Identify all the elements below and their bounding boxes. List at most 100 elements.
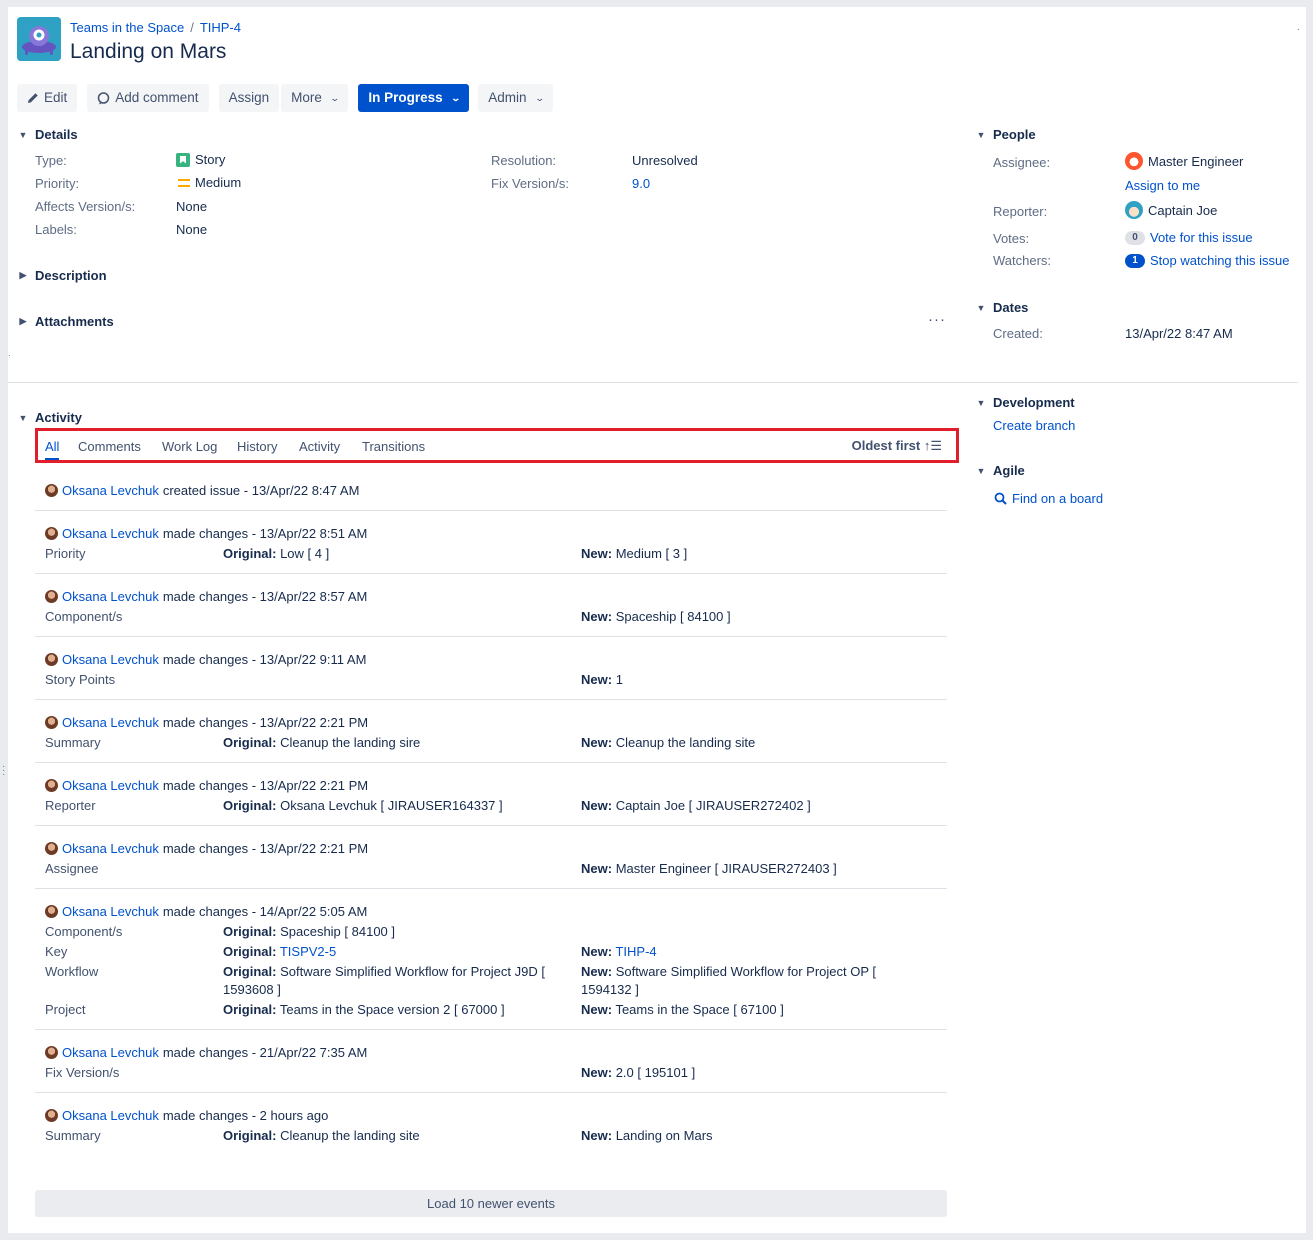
admin-button[interactable]: Admin ⌄ <box>478 84 554 112</box>
find-on-board-link[interactable]: Find on a board <box>994 491 1103 506</box>
history-entry-header: Oksana Levchuk made changes - 2 hours ago <box>45 1105 937 1125</box>
new-value: Teams in the Space [ 67100 ] <box>615 1002 784 1017</box>
new-value[interactable]: TIHP-4 <box>615 944 656 959</box>
attachments-toggle[interactable]: ▶ Attachments <box>18 314 114 329</box>
labels-label: Labels: <box>35 222 77 237</box>
original-prefix: Original: <box>223 1002 277 1017</box>
avatar <box>45 652 58 666</box>
description-toggle[interactable]: ▶ Description <box>18 268 107 283</box>
reporter-name: Captain Joe <box>1148 202 1218 218</box>
project-avatar-icon[interactable] <box>17 17 61 61</box>
original-cell: Original: Spaceship [ 84100 ] <box>223 923 581 941</box>
history-entry-header: Oksana Levchuk made changes - 13/Apr/22 2… <box>45 838 937 858</box>
user-link[interactable]: Oksana Levchuk <box>62 1108 159 1123</box>
user-link[interactable]: Oksana Levchuk <box>62 778 159 793</box>
new-cell: New: Landing on Mars <box>581 1127 937 1145</box>
user-link[interactable]: Oksana Levchuk <box>62 589 159 604</box>
agile-heading: Agile <box>993 463 1025 478</box>
history-change-row: Summary Original: Cleanup the landing sit… <box>45 1127 937 1145</box>
find-on-board-label: Find on a board <box>1012 491 1104 506</box>
activity-toggle[interactable]: ▼ Activity <box>18 410 82 425</box>
agile-toggle[interactable]: ▼ Agile <box>976 463 1025 478</box>
chevron-down-icon: ▼ <box>976 397 986 408</box>
dates-toggle[interactable]: ▼ Dates <box>976 300 1029 315</box>
history-change-row: Priority Original: Low [ 4 ] New: Medium [… <box>45 545 937 563</box>
avatar <box>45 483 58 497</box>
original-cell: Original: Software Simplified Workflow f… <box>223 963 581 999</box>
assign-button[interactable]: Assign <box>218 84 280 112</box>
avatar <box>45 589 58 603</box>
attachments-more-icon[interactable]: ··· <box>928 311 946 328</box>
tab-comments[interactable]: Comments <box>78 439 141 454</box>
history-entry: Oksana Levchuk made changes - 14/Apr/22 5… <box>35 889 947 1030</box>
tab-history[interactable]: History <box>237 439 277 454</box>
avatar <box>45 904 58 918</box>
fix-version-link[interactable]: 9.0 <box>632 176 650 191</box>
chevron-down-icon: ⌄ <box>533 93 545 103</box>
user-link[interactable]: Oksana Levchuk <box>62 841 159 856</box>
history-action: made changes - 13/Apr/22 2:21 PM <box>162 840 369 856</box>
status-transition-button[interactable]: In Progress ⌄ <box>358 84 470 112</box>
changed-field: Assignee <box>45 861 99 876</box>
details-heading: Details <box>35 127 78 142</box>
original-value: Cleanup the landing sire <box>280 735 421 750</box>
fix-version-label: Fix Version/s: <box>491 176 570 191</box>
drag-handle-icon[interactable]: · · · <box>2 762 5 780</box>
user-link[interactable]: Oksana Levchuk <box>62 904 159 919</box>
history-change-row: Component/s Original: Spaceship [ 84100 ] <box>45 923 937 941</box>
tab-transitions[interactable]: Transitions <box>362 439 425 454</box>
history-entry-header: Oksana Levchuk made changes - 13/Apr/22 9… <box>45 649 937 669</box>
resolution-value: Unresolved <box>632 153 698 168</box>
breadcrumb-issue-link[interactable]: TIHP-4 <box>200 20 241 35</box>
load-newer-events-button[interactable]: Load 10 newer events <box>35 1190 947 1217</box>
create-branch-link[interactable]: Create branch <box>993 418 1075 433</box>
development-toggle[interactable]: ▼ Development <box>976 395 1075 410</box>
edit-button[interactable]: Edit <box>17 84 78 112</box>
new-value: 2.0 [ 195101 ] <box>615 1065 696 1080</box>
user-link[interactable]: Oksana Levchuk <box>62 652 159 667</box>
votes-count-badge: 0 <box>1125 230 1145 245</box>
history-action: made changes - 13/Apr/22 2:21 PM <box>162 777 369 793</box>
add-comment-button[interactable]: Add comment <box>87 84 209 112</box>
new-value: 1 <box>615 672 623 687</box>
changed-field: Component/s <box>45 609 123 624</box>
user-link[interactable]: Oksana Levchuk <box>62 1045 159 1060</box>
tab-work-log[interactable]: Work Log <box>162 439 217 454</box>
sort-order-button[interactable]: Oldest first ↑☰ <box>852 438 942 454</box>
new-prefix: New: <box>581 1002 613 1017</box>
tab-all[interactable]: All <box>45 439 60 460</box>
avatar <box>45 1108 58 1122</box>
issue-toolbar: Edit Add comment Assign More ⌄ In Progres… <box>17 84 554 112</box>
history-entry: Oksana Levchuk made changes - 21/Apr/22 7… <box>35 1030 947 1093</box>
user-link[interactable]: Oksana Levchuk <box>62 715 159 730</box>
description-heading: Description <box>35 268 107 283</box>
votes-value: 0 Vote for this issue <box>1125 230 1253 245</box>
new-cell: New: Captain Joe [ JIRAUSER272402 ] <box>581 797 937 815</box>
user-link[interactable]: Oksana Levchuk <box>62 526 159 541</box>
sort-order-label: Oldest first <box>851 438 921 453</box>
tab-activity[interactable]: Activity <box>299 439 340 454</box>
resolution-label: Resolution: <box>491 153 557 168</box>
new-cell: New: 2.0 [ 195101 ] <box>581 1064 937 1082</box>
history-entry: Oksana Levchuk made changes - 13/Apr/22 2… <box>35 763 947 826</box>
stop-watching-link[interactable]: Stop watching this issue <box>1150 253 1289 268</box>
user-link[interactable]: Oksana Levchuk <box>62 483 159 498</box>
history-action: made changes - 21/Apr/22 7:35 AM <box>162 1044 368 1060</box>
changed-field: Summary <box>45 735 101 750</box>
original-cell: Original: Oksana Levchuk [ JIRAUSER16433… <box>223 797 581 815</box>
details-toggle[interactable]: ▼ Details <box>18 127 78 142</box>
original-prefix: Original: <box>223 1128 277 1143</box>
new-cell: New: Teams in the Space [ 67100 ] <box>581 1001 937 1019</box>
breadcrumb-project-link[interactable]: Teams in the Space <box>70 20 184 35</box>
new-prefix: New: <box>581 735 613 750</box>
new-value: Captain Joe [ JIRAUSER272402 ] <box>615 798 811 813</box>
original-value[interactable]: TISPV2-5 <box>280 944 336 959</box>
assign-to-me-link[interactable]: Assign to me <box>1125 178 1200 193</box>
original-cell: Original: Low [ 4 ] <box>223 545 581 563</box>
original-prefix: Original: <box>223 924 277 939</box>
avatar <box>45 1045 58 1059</box>
avatar <box>45 841 58 855</box>
vote-link[interactable]: Vote for this issue <box>1150 230 1253 245</box>
more-button[interactable]: More ⌄ <box>281 84 349 112</box>
people-toggle[interactable]: ▼ People <box>976 127 1036 142</box>
